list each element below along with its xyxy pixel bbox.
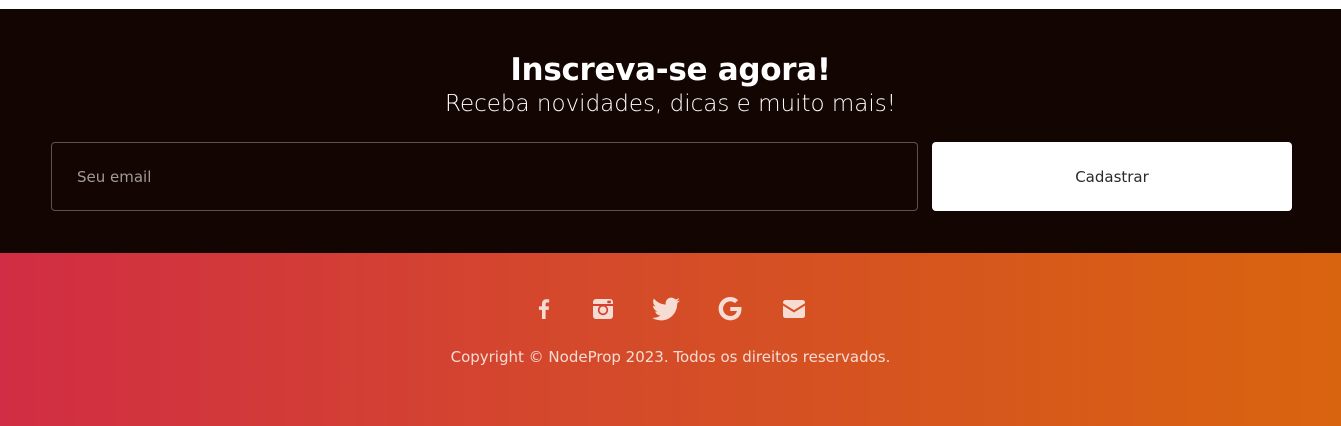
facebook-link[interactable] — [530, 295, 558, 323]
copyright-text: Copyright © NodeProp 2023. Todos os dire… — [450, 348, 891, 366]
footer: Copyright © NodeProp 2023. Todos os dire… — [0, 253, 1341, 426]
newsletter-section: Inscreva-se agora! Receba novidades, dic… — [0, 9, 1341, 253]
top-strip — [0, 0, 1341, 9]
instagram-icon — [593, 299, 613, 319]
envelope-icon — [783, 300, 805, 318]
instagram-link[interactable] — [589, 295, 617, 323]
social-links — [0, 295, 1341, 323]
newsletter-title: Inscreva-se agora! — [510, 52, 831, 88]
subscribe-button[interactable]: Cadastrar — [932, 142, 1292, 211]
email-field[interactable] — [51, 142, 918, 211]
newsletter-subtitle: Receba novidades, dicas e muito mais! — [445, 91, 896, 117]
twitter-link[interactable] — [652, 295, 680, 323]
email-link[interactable] — [780, 295, 808, 323]
google-icon — [718, 296, 742, 321]
twitter-icon — [652, 297, 680, 321]
google-link[interactable] — [716, 295, 744, 323]
facebook-icon — [538, 299, 550, 319]
